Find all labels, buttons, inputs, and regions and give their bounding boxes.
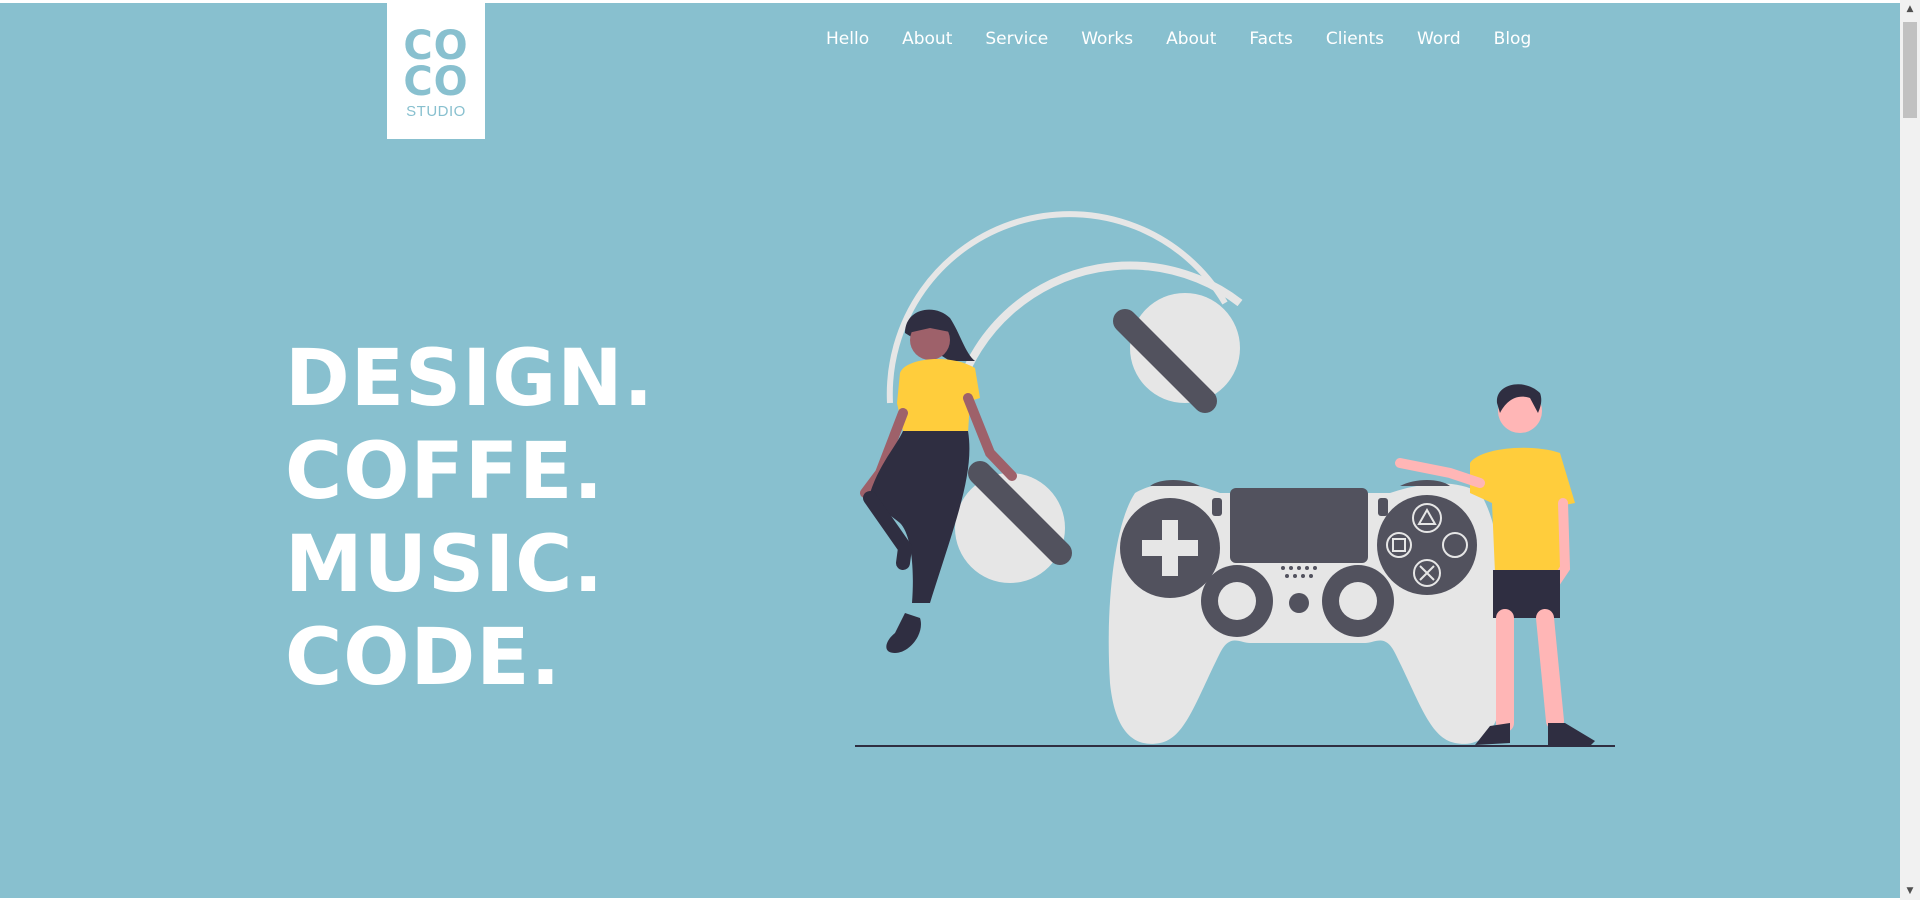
chevron-down-icon[interactable]: ▼ <box>1900 882 1920 900</box>
man-arm-left <box>1395 458 1485 488</box>
man-leg-right <box>1536 609 1564 730</box>
right-thumbstick <box>1339 582 1377 620</box>
controller-touchpad <box>1230 488 1368 563</box>
ps-button <box>1289 593 1309 613</box>
hero-section: CO CO STUDIO Hello About Service Works A… <box>0 3 1900 898</box>
woman-shoe <box>886 613 921 653</box>
left-thumbstick <box>1218 582 1256 620</box>
controller-shoulder-left <box>1150 480 1200 486</box>
controller-shoulder-right <box>1400 480 1450 486</box>
chevron-up-icon[interactable]: ▲ <box>1900 0 1920 18</box>
scrollbar-thumb[interactable] <box>1903 22 1917 118</box>
people-gaming-headphones-illustration <box>855 211 1615 747</box>
controller-share-button <box>1212 498 1222 516</box>
controller-options-button <box>1378 498 1388 516</box>
vertical-scrollbar[interactable]: ▲ ▼ <box>1900 0 1920 900</box>
man-shoe-right <box>1548 723 1595 746</box>
page-viewport: CO CO STUDIO Hello About Service Works A… <box>0 0 1900 900</box>
